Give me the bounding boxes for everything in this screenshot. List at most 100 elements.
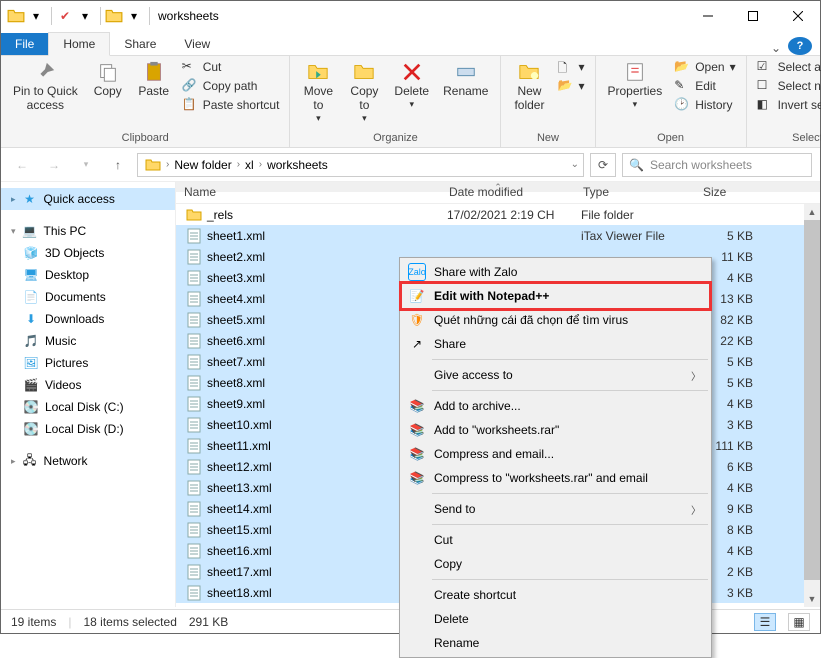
scroll-down-icon[interactable]: ▼: [804, 591, 820, 607]
delete-button[interactable]: Delete▾: [388, 58, 435, 113]
properties-button[interactable]: Properties▾: [602, 58, 669, 113]
sidebar-3d-objects[interactable]: 🧊3D Objects: [1, 242, 175, 264]
copy-to-button[interactable]: Copy to▾: [342, 58, 386, 127]
sidebar-network[interactable]: ▸🖧Network: [1, 450, 175, 472]
ctx-give-access[interactable]: Give access to〉: [402, 363, 709, 387]
refresh-button[interactable]: ⟳: [590, 153, 616, 177]
scissors-icon: ✂: [182, 59, 198, 75]
chevron-right-icon[interactable]: ›: [166, 159, 169, 170]
file-row[interactable]: sheet1.xmliTax Viewer File5 KB: [176, 225, 820, 246]
details-view-button[interactable]: ☰: [754, 613, 776, 631]
qat-dropdown-icon[interactable]: ▾: [125, 7, 143, 25]
paste-shortcut-button[interactable]: 📋Paste shortcut: [178, 96, 284, 114]
ctx-scan-virus[interactable]: 🛡Quét những cái đã chọn để tìm virus: [402, 308, 709, 332]
ctx-create-shortcut[interactable]: Create shortcut: [402, 583, 709, 607]
sidebar-desktop[interactable]: 🖥Desktop: [1, 264, 175, 286]
copy-button[interactable]: Copy: [86, 58, 130, 102]
breadcrumb-segment[interactable]: worksheets: [264, 158, 331, 172]
ctx-compress-worksheets-email[interactable]: 📚Compress to "worksheets.rar" and email: [402, 466, 709, 490]
documents-icon: 📄: [23, 289, 39, 305]
forward-button[interactable]: →: [41, 152, 67, 178]
cut-button[interactable]: ✂Cut: [178, 58, 284, 76]
move-to-button[interactable]: Move to▾: [296, 58, 340, 127]
chevron-right-icon[interactable]: ›: [259, 159, 262, 170]
ctx-copy[interactable]: Copy: [402, 552, 709, 576]
ctx-send-to[interactable]: Send to〉: [402, 497, 709, 521]
winrar-icon: 📚: [408, 421, 426, 439]
context-menu: ZaloShare with Zalo 📝Edit with Notepad++…: [399, 257, 712, 658]
easy-access-button[interactable]: 📂▾: [553, 77, 588, 95]
search-icon: 🔍: [629, 158, 644, 172]
file-name: sheet1.xml: [207, 229, 447, 243]
icons-view-button[interactable]: ▦: [788, 613, 810, 631]
close-button[interactable]: [775, 1, 820, 31]
ctx-rename[interactable]: Rename: [402, 631, 709, 655]
ctx-compress-email[interactable]: 📚Compress and email...: [402, 442, 709, 466]
ctx-share[interactable]: ↗Share: [402, 332, 709, 356]
help-icon[interactable]: ?: [788, 37, 812, 55]
file-row[interactable]: _rels17/02/2021 2:19 CHFile folder: [176, 204, 820, 225]
chevron-down-icon[interactable]: ⌄: [571, 159, 579, 170]
sidebar-pictures[interactable]: 🖼Pictures: [1, 352, 175, 374]
select-all-button[interactable]: ☑Select all: [753, 58, 821, 76]
paste-button[interactable]: Paste: [132, 58, 176, 102]
ctx-edit-notepad-plus-plus[interactable]: 📝Edit with Notepad++: [402, 284, 709, 308]
copy-path-button[interactable]: 🔗Copy path: [178, 77, 284, 95]
history-button[interactable]: 🕑History: [670, 96, 739, 114]
select-none-button[interactable]: ☐Select none: [753, 77, 821, 95]
rename-button[interactable]: Rename: [437, 58, 494, 102]
minimize-button[interactable]: [685, 1, 730, 31]
column-name[interactable]: Name: [176, 182, 441, 203]
column-type[interactable]: Type: [575, 182, 695, 203]
maximize-button[interactable]: [730, 1, 775, 31]
file-name: _rels: [207, 208, 447, 222]
sidebar-downloads[interactable]: ⬇Downloads: [1, 308, 175, 330]
column-size[interactable]: Size: [695, 182, 804, 203]
sidebar-documents[interactable]: 📄Documents: [1, 286, 175, 308]
up-button[interactable]: ↑: [105, 152, 131, 178]
file-icon: [186, 270, 202, 286]
qat-check-icon[interactable]: ✔: [56, 7, 74, 25]
tab-file[interactable]: File: [1, 33, 48, 55]
search-input[interactable]: 🔍 Search worksheets: [622, 153, 812, 177]
pin-quickaccess-button[interactable]: Pin to Quick access: [7, 58, 84, 116]
back-button[interactable]: ←: [9, 152, 35, 178]
sidebar-this-pc[interactable]: ▾💻This PC: [1, 220, 175, 242]
ctx-add-worksheets-rar[interactable]: 📚Add to "worksheets.rar": [402, 418, 709, 442]
scroll-up-icon[interactable]: ▲: [804, 204, 820, 220]
scroll-thumb[interactable]: [804, 220, 820, 580]
ctx-add-archive[interactable]: 📚Add to archive...: [402, 394, 709, 418]
new-folder-button[interactable]: New folder: [507, 58, 551, 116]
breadcrumb-segment[interactable]: xl: [242, 158, 257, 172]
file-type: File folder: [581, 208, 701, 222]
breadcrumb[interactable]: › New folder › xl › worksheets ⌄: [137, 153, 584, 177]
file-icon: [186, 312, 202, 328]
column-modified[interactable]: Date modified: [441, 182, 575, 203]
file-icon: [186, 228, 202, 244]
edit-button[interactable]: ✎Edit: [670, 77, 739, 95]
sidebar-music[interactable]: 🎵Music: [1, 330, 175, 352]
sidebar-local-disk-d[interactable]: 💽Local Disk (D:): [1, 418, 175, 440]
ctx-share-zalo[interactable]: ZaloShare with Zalo: [402, 260, 709, 284]
open-button[interactable]: 📂Open ▾: [670, 58, 739, 76]
breadcrumb-segment[interactable]: New folder: [171, 158, 234, 172]
tab-home[interactable]: Home: [48, 32, 110, 56]
ctx-delete[interactable]: Delete: [402, 607, 709, 631]
recent-dropdown[interactable]: ▾: [73, 152, 99, 178]
status-selected-size: 291 KB: [189, 615, 228, 629]
sidebar-local-disk-c[interactable]: 💽Local Disk (C:): [1, 396, 175, 418]
ribbon-collapse-icon[interactable]: ⌄: [764, 41, 788, 55]
sidebar-videos[interactable]: 🎬Videos: [1, 374, 175, 396]
sidebar-quick-access[interactable]: ▸★Quick access: [1, 188, 175, 210]
chevron-right-icon[interactable]: ›: [237, 159, 240, 170]
file-icon: [186, 333, 202, 349]
invert-selection-button[interactable]: ◧Invert selection: [753, 96, 821, 114]
qat-dropdown-icon[interactable]: ▾: [76, 7, 94, 25]
ctx-cut[interactable]: Cut: [402, 528, 709, 552]
tab-view[interactable]: View: [170, 33, 224, 55]
file-icon: [186, 564, 202, 580]
scrollbar[interactable]: ▲ ▼: [804, 204, 820, 607]
qat-save-icon[interactable]: ▾: [27, 7, 45, 25]
new-item-button[interactable]: 🗋▾: [553, 58, 588, 76]
tab-share[interactable]: Share: [110, 33, 170, 55]
